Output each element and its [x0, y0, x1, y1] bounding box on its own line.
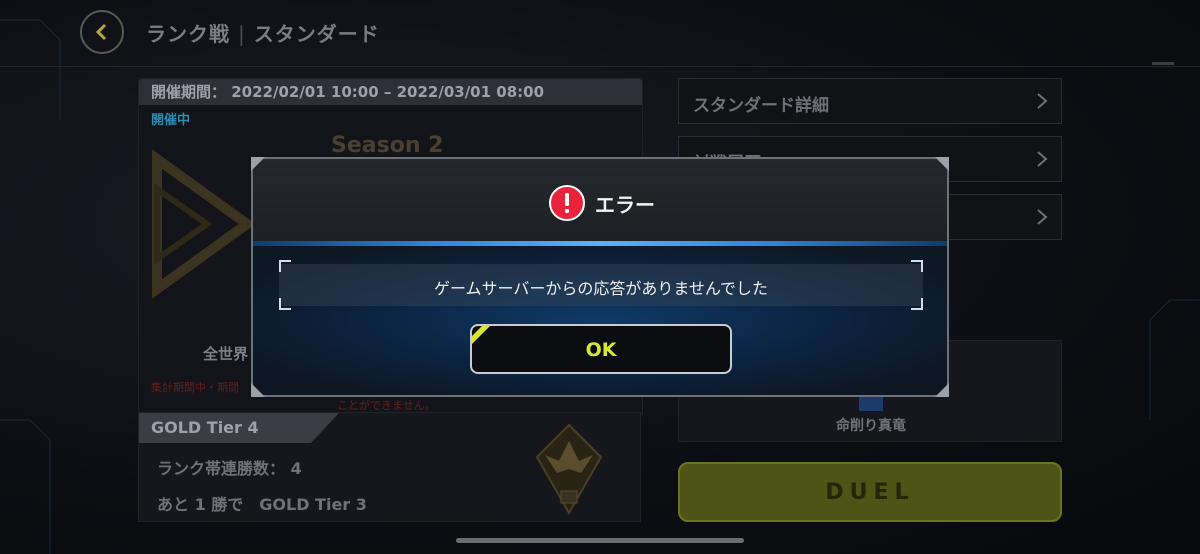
page-title: ランク戦 | スタンダード	[146, 18, 380, 47]
duel-button[interactable]: DUEL	[678, 462, 1062, 522]
bracket-decoration	[279, 260, 291, 272]
deck-name: 命削り真竜	[836, 418, 906, 434]
menu-item-label: スタンダード詳細	[693, 96, 829, 116]
corner-decoration	[251, 157, 265, 171]
home-indicator[interactable]	[456, 538, 744, 543]
back-button[interactable]	[80, 10, 124, 54]
season-emblem-icon	[152, 149, 256, 299]
gold-tier-emblem-icon	[535, 423, 603, 516]
season-label: Season 2	[331, 133, 444, 158]
corner-decoration	[251, 383, 265, 397]
chevron-left-icon	[95, 23, 107, 41]
chevron-right-icon	[1037, 209, 1048, 225]
bracket-decoration	[911, 298, 923, 310]
chevron-right-icon	[1037, 93, 1048, 109]
tier-panel: GOLD Tier 4 ランク帯連勝数： 4 あと 1 勝で GOLD Tier…	[138, 412, 641, 522]
bracket-decoration	[911, 260, 923, 272]
deck-icon	[859, 397, 883, 411]
page-title-main: ランク戦	[146, 22, 230, 46]
bracket-decoration	[279, 298, 291, 310]
error-icon	[549, 185, 585, 221]
standard-details-item[interactable]: スタンダード詳細	[678, 78, 1062, 124]
corner-decoration	[935, 157, 949, 171]
ok-button-label: OK	[585, 339, 617, 361]
event-period: 開催期間： 2022/02/01 10:00 – 2022/03/01 08:0…	[139, 79, 642, 105]
chevron-right-icon	[1037, 151, 1048, 167]
corner-decoration	[935, 383, 949, 397]
header-divider	[0, 66, 1200, 67]
rank-info: 全世界	[203, 345, 249, 363]
title-separator: |	[238, 22, 246, 46]
win-streak: ランク帯連勝数： 4	[157, 459, 302, 478]
notice-text: 集計期間中・期間	[151, 381, 239, 394]
tier-label: GOLD Tier 4	[139, 413, 339, 443]
header: ランク戦 | スタンダード	[0, 0, 1200, 66]
dialog-title: エラー	[595, 193, 655, 217]
message-box: ゲームサーバーからの応答がありませんでした	[279, 260, 923, 310]
ok-button[interactable]: OK	[470, 324, 732, 374]
page-title-sub: スタンダード	[253, 22, 380, 46]
dialog-message: ゲームサーバーからの応答がありませんでした	[433, 279, 769, 298]
event-status: 開催中	[151, 113, 191, 128]
error-dialog: エラー ゲームサーバーからの応答がありませんでした OK	[251, 157, 949, 397]
menu-handle	[1152, 62, 1174, 65]
notice-text-2: ことができません。	[337, 399, 436, 412]
next-tier-info: あと 1 勝で GOLD Tier 3	[157, 495, 367, 514]
duel-button-label: DUEL	[825, 480, 915, 505]
